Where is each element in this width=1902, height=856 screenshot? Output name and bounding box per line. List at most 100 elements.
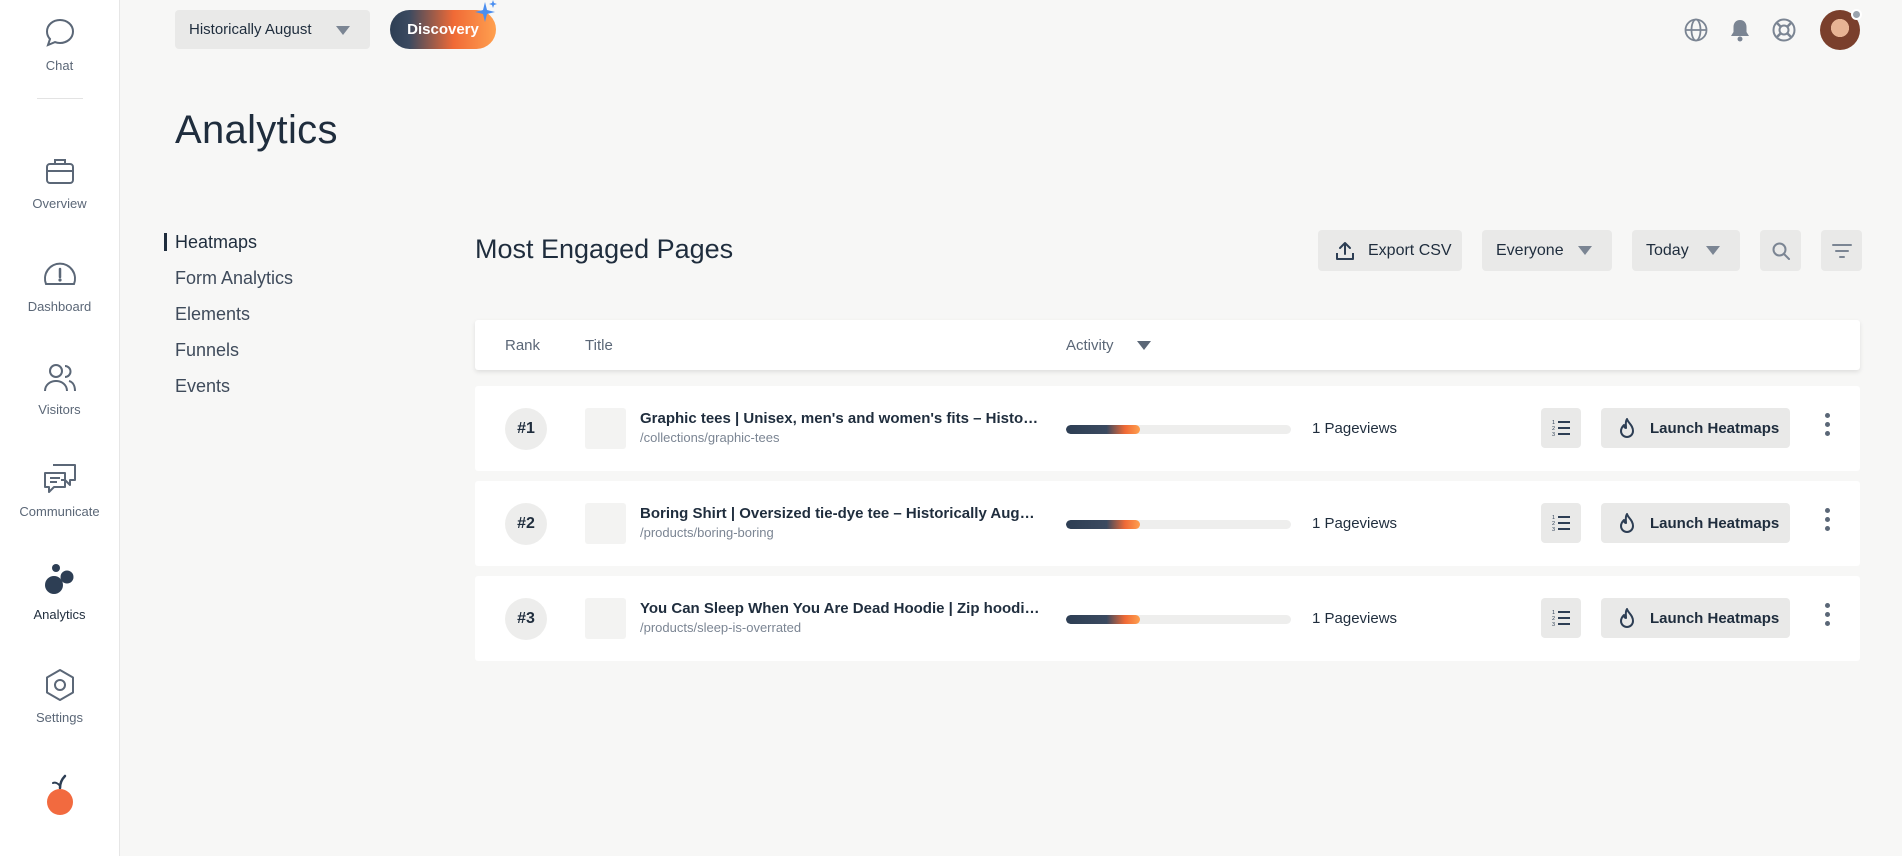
sidebar-item-communicate[interactable]: Communicate [0,462,119,519]
table-row: #2 Boring Shirt | Oversized tie-dye tee … [475,481,1860,566]
column-title: Title [585,337,613,354]
more-options-icon[interactable] [1820,508,1834,538]
more-options-icon[interactable] [1820,413,1834,443]
flame-icon [1620,513,1634,533]
svg-text:3: 3 [1552,432,1555,438]
page-details-button[interactable]: 1 2 3 [1541,598,1581,638]
globe-icon[interactable] [1683,17,1709,43]
launch-heatmaps-label: Launch Heatmaps [1650,609,1780,627]
sidebar-item-label: Dashboard [27,299,92,314]
sidebar-item-label: Settings [36,710,83,725]
activity-bar [1066,520,1291,529]
pageviews-count: 1 Pageviews [1312,420,1398,437]
more-options-icon[interactable] [1820,603,1834,633]
page-thumbnail [585,503,626,544]
briefcase-icon [45,159,74,184]
sidebar-item-visitors[interactable]: Visitors [0,360,119,417]
sidebar-item-overview[interactable]: Overview [0,154,119,211]
help-lifebuoy-icon[interactable] [1771,17,1797,43]
sidebar-item-label: Analytics [33,607,86,622]
pageviews-count: 1 Pageviews [1312,515,1398,532]
subnav-item-funnels[interactable]: Funnels [175,338,293,374]
page-details-button[interactable]: 1 2 3 [1541,408,1581,448]
page-title-link[interactable]: Boring Shirt | Oversized tie-dye tee – H… [640,505,1040,522]
messages-icon [43,464,76,493]
svg-text:3: 3 [1552,622,1555,628]
rank-badge: #2 [505,503,547,545]
column-rank: Rank [505,337,541,354]
table-row: #3 You Can Sleep When You Are Dead Hoodi… [475,576,1860,661]
filter-button[interactable] [1821,230,1862,271]
chat-bubble-icon [45,18,74,47]
sidebar-item-label: Visitors [38,402,81,417]
rank-badge: #3 [505,598,547,640]
launch-heatmaps-label: Launch Heatmaps [1650,419,1780,437]
bell-icon[interactable] [1727,17,1753,43]
chevron-down-icon [336,26,350,35]
sidebar-item-label: Chat [45,58,74,73]
activity-bar-fill [1066,615,1141,624]
search-button[interactable] [1760,230,1801,271]
sidebar: Chat Overview Dashboard Visitors Communi… [0,0,120,856]
page-path: /collections/graphic-tees [640,430,780,445]
subnav-item-elements[interactable]: Elements [175,302,293,338]
launch-heatmaps-button[interactable]: Launch Heatmaps [1601,598,1790,638]
sidebar-item-dashboard[interactable]: Dashboard [0,257,119,314]
analytics-subnav: Heatmaps Form Analytics Elements Funnels… [175,230,293,410]
pageviews-count: 1 Pageviews [1312,610,1398,627]
segment-label: Everyone [1496,241,1564,259]
rank-badge: #1 [505,408,547,450]
orange-logo[interactable] [0,772,119,816]
export-csv-label: Export CSV [1368,241,1452,259]
page-details-button[interactable]: 1 2 3 [1541,503,1581,543]
page-path: /products/boring-boring [640,525,774,540]
launch-heatmaps-button[interactable]: Launch Heatmaps [1601,503,1790,543]
numbered-list-icon: 1 2 3 [1552,610,1570,628]
page-path: /products/sleep-is-overrated [640,620,802,635]
subnav-active-indicator [164,233,167,251]
site-selector[interactable]: Historically August [175,10,370,49]
sidebar-divider [37,98,83,99]
flame-icon [1620,418,1634,438]
subnav-item-form-analytics[interactable]: Form Analytics [175,266,293,302]
launch-heatmaps-button[interactable]: Launch Heatmaps [1601,408,1790,448]
date-range-dropdown[interactable]: Today [1632,230,1740,271]
page-title-link[interactable]: Graphic tees | Unisex, men's and women's… [640,410,1040,427]
date-range-label: Today [1646,241,1689,259]
sidebar-item-settings[interactable]: Settings [0,668,119,725]
flame-icon [1620,608,1634,628]
chevron-down-icon [1578,246,1592,255]
activity-bar-fill [1066,425,1141,434]
section-title: Most Engaged Pages [475,234,734,264]
export-csv-button[interactable]: Export CSV [1318,230,1462,271]
page-thumbnail [585,408,626,449]
hexagon-gear-icon [45,669,74,701]
upload-icon [1336,242,1354,260]
site-selector-label: Historically August [189,21,312,38]
sidebar-item-analytics[interactable]: Analytics [0,563,119,622]
sidebar-item-chat[interactable]: Chat [0,16,119,73]
discovery-label: Discovery [407,21,479,38]
orange-logo-icon [46,774,73,815]
sparkle-icon [475,0,497,22]
segment-dropdown[interactable]: Everyone [1482,230,1612,271]
page-title: Analytics [175,108,338,152]
filter-icon [1831,243,1852,258]
activity-bar [1066,425,1291,434]
gauge-icon [43,262,76,285]
sidebar-item-label: Communicate [19,504,100,519]
table-row: #1 Graphic tees | Unisex, men's and wome… [475,386,1860,471]
svg-text:3: 3 [1552,527,1555,533]
activity-bar [1066,615,1291,624]
table-header: Rank Title Activity [475,320,1860,370]
subnav-item-events[interactable]: Events [175,374,293,410]
subnav-item-heatmaps[interactable]: Heatmaps [175,230,293,266]
activity-bar-fill [1066,520,1141,529]
numbered-list-icon: 1 2 3 [1552,515,1570,533]
page-title-link[interactable]: You Can Sleep When You Are Dead Hoodie |… [640,600,1040,617]
sort-caret-icon[interactable] [1137,341,1151,350]
page-thumbnail [585,598,626,639]
column-activity[interactable]: Activity [1066,337,1114,354]
sidebar-item-label: Overview [32,196,87,211]
numbered-list-icon: 1 2 3 [1552,420,1570,438]
